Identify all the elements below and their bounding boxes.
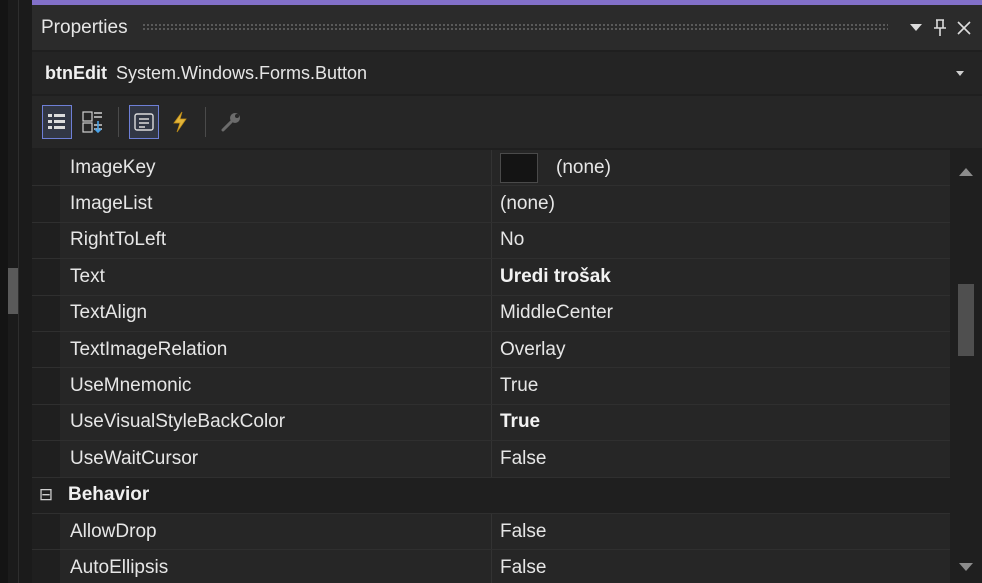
left-edge: [0, 0, 8, 583]
alphabetical-button[interactable]: [78, 105, 108, 139]
property-value[interactable]: Uredi trošak: [492, 259, 950, 295]
row-gutter: [32, 550, 60, 583]
collapse-icon[interactable]: ⊟: [32, 478, 60, 513]
property-name: UseWaitCursor: [60, 441, 492, 477]
property-row[interactable]: UseWaitCursor False: [32, 441, 950, 478]
row-gutter: [32, 150, 60, 186]
image-swatch: [500, 152, 538, 183]
properties-toolbar: [32, 96, 982, 148]
scroll-up-icon[interactable]: [958, 164, 974, 180]
object-selector-dropdown[interactable]: [950, 67, 970, 79]
left-editor-strip: [0, 0, 32, 583]
row-gutter: [32, 513, 60, 550]
property-name: RightToLeft: [60, 222, 492, 259]
property-name: TextAlign: [60, 295, 492, 331]
property-pages-button[interactable]: [216, 105, 246, 139]
property-grid: ImageKey (none) ImageList (none) RightTo…: [32, 150, 950, 583]
chevron-down-icon: [910, 23, 922, 31]
panel-titlebar[interactable]: Properties: [32, 5, 982, 50]
titlebar-grip[interactable]: [141, 23, 888, 32]
events-button[interactable]: [165, 105, 195, 139]
property-value[interactable]: (none): [492, 186, 950, 222]
property-row[interactable]: UseMnemonic True: [32, 368, 950, 405]
property-value[interactable]: MiddleCenter: [492, 295, 950, 331]
toolbar-separator: [118, 107, 119, 137]
row-gutter: [32, 222, 60, 259]
property-name: UseMnemonic: [60, 368, 492, 404]
row-gutter: [32, 259, 60, 295]
property-name: ImageKey: [60, 150, 492, 186]
panel-title: Properties: [41, 16, 128, 38]
object-name: btnEdit: [45, 62, 107, 83]
row-gutter: [32, 368, 60, 404]
property-row[interactable]: TextImageRelation Overlay: [32, 331, 950, 369]
close-button[interactable]: [952, 13, 976, 43]
object-type: System.Windows.Forms.Button: [115, 62, 368, 83]
row-gutter: [32, 404, 60, 441]
left-scroll-thumb[interactable]: [8, 268, 18, 314]
scroll-down-icon[interactable]: [958, 559, 974, 575]
property-name: AllowDrop: [60, 513, 492, 550]
category-row-behavior[interactable]: ⊟ Behavior: [32, 477, 950, 514]
property-row[interactable]: RightToLeft No: [32, 222, 950, 260]
row-gutter: [32, 331, 60, 368]
close-icon: [957, 20, 971, 35]
property-row[interactable]: TextAlign MiddleCenter: [32, 295, 950, 332]
property-pages-wrench-icon: [221, 113, 240, 132]
alphabetical-icon: [82, 111, 102, 133]
row-gutter: [32, 295, 60, 331]
properties-panel: Properties btnEdit System.Windows.Forms.…: [32, 0, 982, 583]
window-position-dropdown-button[interactable]: [904, 13, 928, 43]
property-value-text: (none): [556, 156, 611, 178]
property-name: UseVisualStyleBackColor: [60, 404, 492, 441]
object-selector[interactable]: btnEdit System.Windows.Forms.Button: [32, 52, 982, 94]
property-name: ImageList: [60, 186, 492, 222]
properties-icon: [134, 113, 154, 131]
property-row[interactable]: ImageList (none): [32, 186, 950, 223]
property-value[interactable]: No: [492, 222, 950, 259]
events-lightning-icon: [173, 111, 187, 133]
property-row[interactable]: AllowDrop False: [32, 513, 950, 551]
row-gutter: [32, 441, 60, 477]
pin-icon: [934, 18, 946, 36]
property-name: AutoEllipsis: [60, 550, 492, 583]
scroll-thumb[interactable]: [958, 284, 974, 356]
chevron-down-icon: [956, 71, 964, 76]
property-name: Text: [60, 259, 492, 295]
property-value[interactable]: (none): [492, 150, 950, 186]
row-gutter: [32, 186, 60, 222]
property-row[interactable]: UseVisualStyleBackColor True: [32, 404, 950, 442]
property-grid-scrollbar[interactable]: [950, 150, 982, 583]
property-value[interactable]: True: [492, 368, 950, 404]
pin-button[interactable]: [928, 13, 952, 43]
categorized-icon: [48, 114, 65, 129]
property-value[interactable]: Overlay: [492, 331, 950, 368]
category-label: Behavior: [68, 484, 150, 506]
categorized-button[interactable]: [42, 105, 72, 139]
property-row[interactable]: AutoEllipsis False: [32, 550, 950, 583]
toolbar-separator-2: [205, 107, 206, 137]
properties-button[interactable]: [129, 105, 159, 139]
property-value[interactable]: False: [492, 513, 950, 550]
property-name: TextImageRelation: [60, 331, 492, 368]
property-value[interactable]: True: [492, 404, 950, 441]
property-row[interactable]: Text Uredi trošak: [32, 259, 950, 296]
property-row[interactable]: ImageKey (none): [32, 150, 950, 187]
property-value[interactable]: False: [492, 441, 950, 477]
left-divider: [18, 0, 19, 583]
property-value[interactable]: False: [492, 550, 950, 583]
